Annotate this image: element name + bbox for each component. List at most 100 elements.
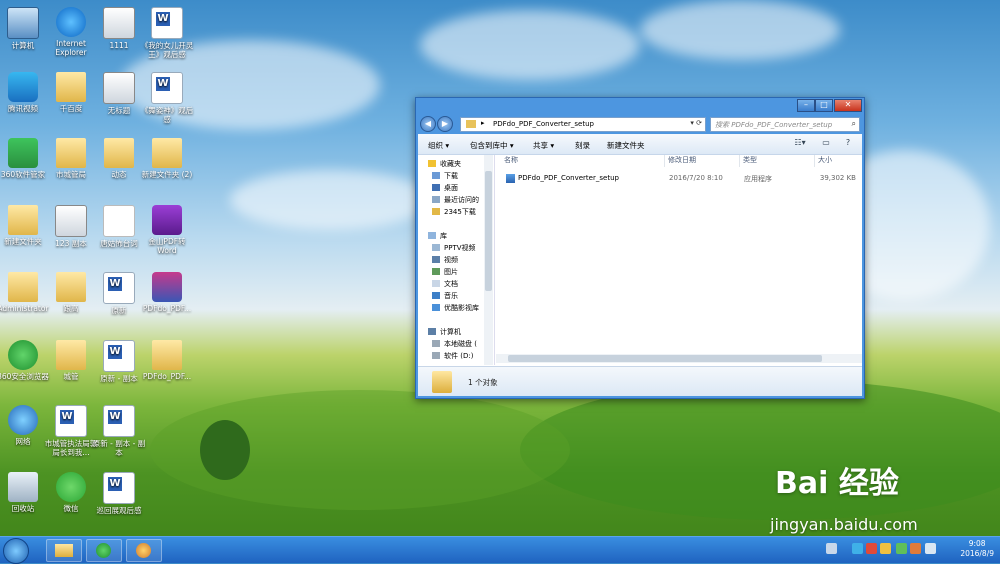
item-count: 1 个对象 bbox=[468, 378, 498, 387]
column-name[interactable]: 名称 bbox=[504, 155, 518, 167]
nav-documents[interactable]: 文档 bbox=[432, 279, 458, 289]
desktop-icon-chengguan[interactable]: 城管 bbox=[44, 340, 98, 381]
desktop-icon-doc-guo[interactable]: 市城管执法局郭局长到我... bbox=[44, 405, 98, 457]
desktop-icon-administrator[interactable]: Administrator bbox=[0, 272, 50, 313]
title-bar[interactable]: – □ ✕ bbox=[416, 98, 864, 112]
address-path: PDFdo_PDF_Converter_setup bbox=[493, 120, 594, 128]
file-name: PDFdo_PDF_Converter_setup bbox=[518, 174, 619, 182]
desktop-icon-360-software[interactable]: 360软件管家 bbox=[0, 138, 50, 179]
column-type[interactable]: 类型 bbox=[743, 155, 757, 167]
tray-app-icon[interactable] bbox=[910, 543, 921, 554]
clock-time: 9:08 bbox=[968, 539, 986, 548]
desktop-icon-yuanxin-copy-copy[interactable]: 原新 - 副本 - 副本 bbox=[92, 405, 146, 457]
help-icon[interactable]: ? bbox=[842, 138, 854, 149]
qq-icon[interactable] bbox=[866, 543, 877, 554]
burn-button[interactable]: 刻录 bbox=[575, 140, 590, 151]
tray-app-icon[interactable] bbox=[896, 543, 907, 554]
address-bar[interactable]: ▸ PDFdo_PDF_Converter_setup ▾ ⟳ bbox=[460, 117, 706, 132]
search-icon[interactable]: ⌕ bbox=[852, 119, 856, 129]
forward-button[interactable]: ▶ bbox=[437, 116, 453, 132]
star-icon bbox=[428, 160, 436, 167]
desktop-icon-123-copy[interactable]: 123 副本 bbox=[44, 205, 98, 248]
tray-app-icon[interactable] bbox=[880, 543, 891, 554]
desktop-icon-pdfdo-archive[interactable]: PDFdo_PDF... bbox=[140, 272, 194, 313]
nav-recent[interactable]: 最近访问的 bbox=[432, 195, 479, 205]
new-folder-button[interactable]: 新建文件夹 bbox=[607, 140, 645, 151]
desktop-icon-computer[interactable]: 计算机 bbox=[0, 7, 50, 50]
desktop-icon-tour-review[interactable]: 巡回展观后感 bbox=[92, 472, 146, 515]
nav-favorites[interactable]: 收藏夹 bbox=[428, 159, 461, 169]
nav-drive-d[interactable]: 软件 (D:) bbox=[432, 351, 473, 361]
clock[interactable]: 9:08 2016/8/9 bbox=[960, 539, 994, 559]
pictures-icon bbox=[432, 268, 440, 275]
desktop-icon-wechat[interactable]: 微信 bbox=[44, 472, 98, 513]
desktop-icon-city-bureau[interactable]: 市城管局 bbox=[44, 138, 98, 179]
column-size[interactable]: 大小 bbox=[818, 155, 832, 167]
desktop-icon-pdf-to-word[interactable]: 金山PDF转Word bbox=[140, 205, 194, 255]
horizontal-scrollbar[interactable] bbox=[496, 354, 862, 363]
word-doc-icon bbox=[151, 7, 183, 39]
tray-app-icon[interactable] bbox=[852, 543, 863, 554]
file-row[interactable]: PDFdo_PDF_Converter_setup 2016/7/20 8:10… bbox=[496, 173, 862, 185]
include-library-menu[interactable]: 包含到库中 ▾ bbox=[470, 140, 514, 151]
desktop-icon-yuanxin-copy[interactable]: 原新 - 副本 bbox=[92, 340, 146, 383]
taskbar-360-browser[interactable] bbox=[86, 539, 122, 562]
desktop-icon-ie[interactable]: Internet Explorer bbox=[44, 7, 98, 57]
nav-desktop[interactable]: 桌面 bbox=[432, 183, 458, 193]
taskbar-explorer[interactable] bbox=[46, 539, 82, 562]
minimize-button[interactable]: – bbox=[797, 99, 815, 112]
scroll-thumb[interactable] bbox=[485, 171, 492, 291]
desktop-icon-yuanxin[interactable]: 原新 bbox=[92, 272, 146, 315]
nav-videos[interactable]: 视频 bbox=[432, 255, 458, 265]
share-menu[interactable]: 共享 ▾ bbox=[533, 140, 554, 151]
back-button[interactable]: ◀ bbox=[420, 116, 436, 132]
scroll-thumb[interactable] bbox=[508, 355, 822, 362]
start-button[interactable] bbox=[3, 538, 29, 564]
refresh-icon[interactable]: ▾ ⟳ bbox=[690, 119, 702, 127]
nav-computer[interactable]: 计算机 bbox=[428, 327, 461, 337]
desktop-icon-new-folder[interactable]: 新建文件夹 bbox=[0, 205, 50, 246]
baidu-watermark: Bai 经验 bbox=[775, 466, 899, 501]
nav-pptv[interactable]: PPTV视频 bbox=[432, 243, 476, 253]
desktop-icon-network[interactable]: 网络 bbox=[0, 405, 50, 446]
preview-pane-icon[interactable]: ▭ bbox=[820, 138, 832, 149]
nav-pictures[interactable]: 图片 bbox=[432, 267, 458, 277]
taskbar-paint[interactable] bbox=[126, 539, 162, 562]
column-date[interactable]: 修改日期 bbox=[668, 155, 696, 167]
keyboard-icon[interactable] bbox=[826, 543, 837, 554]
desktop-icon-untitled[interactable]: 无标题 bbox=[92, 72, 146, 115]
desktop-icon-360-browser[interactable]: 360安全浏览器 bbox=[0, 340, 50, 381]
text-file-icon bbox=[103, 205, 135, 237]
nav-youku[interactable]: 优酷影视库 bbox=[432, 303, 479, 313]
desktop-icon-script[interactable]: 唐姑怖台词 bbox=[92, 205, 146, 248]
desktop-icon-recycle-bin[interactable]: 回收站 bbox=[0, 472, 50, 513]
pdf-app-icon bbox=[152, 205, 182, 235]
nav-music[interactable]: 音乐 bbox=[432, 291, 458, 301]
hill bbox=[520, 380, 1000, 520]
maximize-button[interactable]: □ bbox=[815, 99, 833, 112]
nav-downloads[interactable]: 下载 bbox=[432, 171, 458, 181]
nav-2345-downloads[interactable]: 2345下载 bbox=[432, 207, 476, 217]
desktop-icon-new-folder-2[interactable]: 新建文件夹 (2) bbox=[140, 138, 194, 179]
volume-icon[interactable] bbox=[925, 543, 936, 554]
desktop-icon-tencent-video[interactable]: 腾讯视频 bbox=[0, 72, 50, 113]
desktop-icon-review-2[interactable]: 《舞姿神》观后感 bbox=[140, 72, 194, 124]
desktop-icon-review-1[interactable]: 《我的女儿开灵王》观后感 bbox=[140, 7, 194, 59]
image-icon bbox=[55, 205, 87, 237]
nav-scrollbar[interactable] bbox=[484, 155, 493, 365]
desktop-icon-dongtai[interactable]: 动态 bbox=[92, 138, 146, 179]
explorer-window[interactable]: – □ ✕ ◀ ▶ ▸ PDFdo_PDF_Converter_setup ▾ … bbox=[415, 97, 865, 399]
organize-menu[interactable]: 组织 ▾ bbox=[428, 140, 449, 151]
desktop-icon-pdfdo-folder[interactable]: PDFdo_PDF... bbox=[140, 340, 194, 381]
close-button[interactable]: ✕ bbox=[834, 99, 862, 112]
baidu-watermark-url: jingyan.baidu.com bbox=[770, 515, 918, 534]
nav-libraries[interactable]: 库 bbox=[428, 231, 447, 241]
file-date: 2016/7/20 8:10 bbox=[669, 174, 723, 182]
desktop-icon-qianbaidu[interactable]: 千百度 bbox=[44, 72, 98, 113]
desktop-icon-1111[interactable]: 1111 bbox=[92, 7, 146, 50]
music-icon bbox=[432, 292, 440, 299]
nav-local-disk[interactable]: 本地磁盘 ( bbox=[432, 339, 477, 349]
search-box[interactable]: 搜索 PDFdo_PDF_Converter_setup ⌕ bbox=[710, 117, 860, 132]
view-options-icon[interactable]: ☷▾ bbox=[794, 138, 806, 149]
desktop-icon-genggao[interactable]: 跟高 bbox=[44, 272, 98, 313]
